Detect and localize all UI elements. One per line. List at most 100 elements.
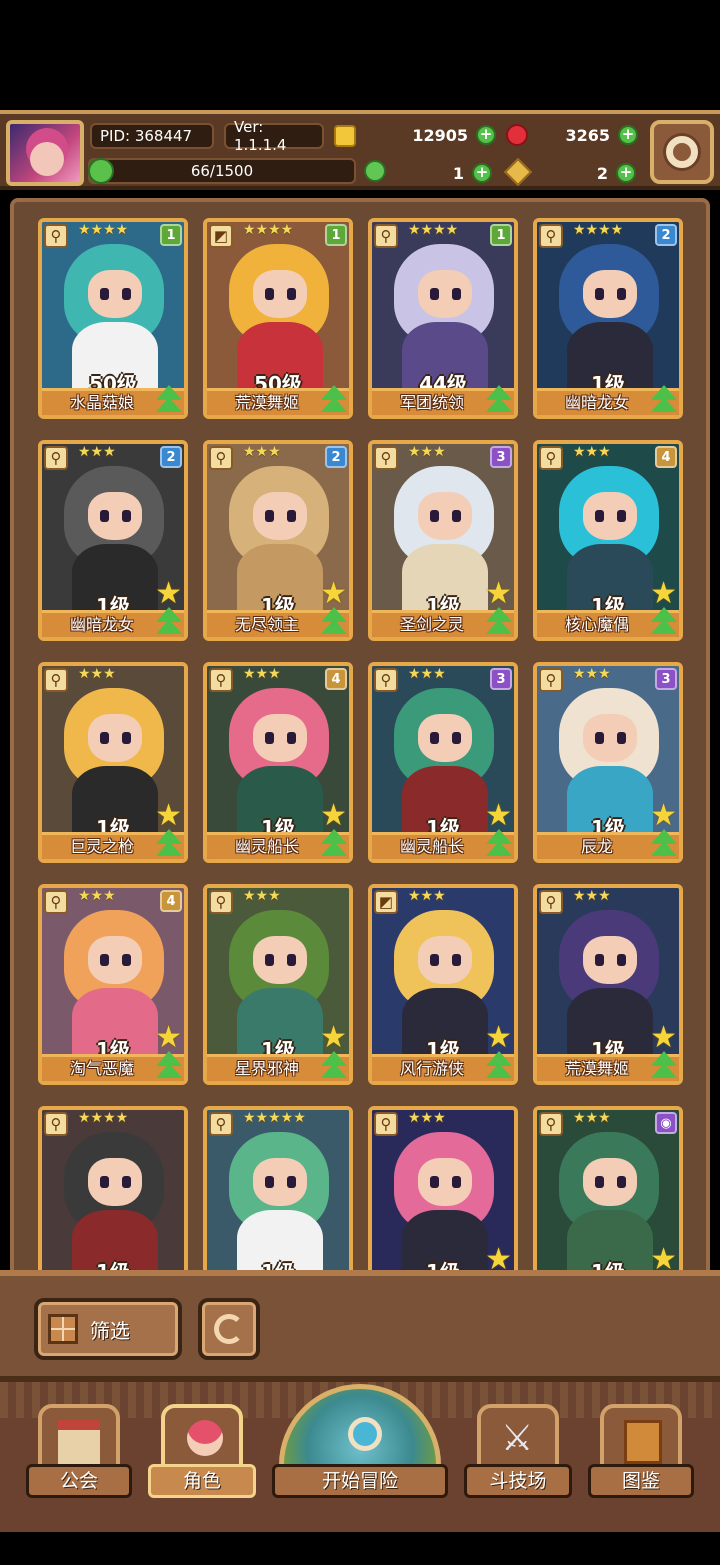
rarity-stars: ★★★★ — [78, 1110, 129, 1126]
character-name: 圣剑之灵 — [399, 615, 464, 634]
upgrade-arrow-icon — [319, 385, 349, 415]
filter-bar: 筛选 — [0, 1270, 720, 1382]
gold-counter: 12905 + — [356, 122, 496, 148]
weapon-type-icon: ⚲ — [44, 446, 68, 470]
nav-arena-label: 斗技场 — [464, 1464, 572, 1498]
rank-badge: 4 — [655, 446, 677, 468]
rarity-stars: ★★★ — [408, 888, 446, 904]
upgrade-arrow-icon — [649, 385, 679, 415]
rank-badge: 3 — [655, 668, 677, 690]
weapon-type-icon: ⚲ — [374, 446, 398, 470]
character-card[interactable]: ◩ ★★★★ 1 50级 荒漠舞姬 — [203, 218, 353, 419]
rank-badge: 3 — [490, 446, 512, 468]
rarity-stars: ★★★ — [78, 666, 116, 682]
character-card[interactable]: ⚲ ★★★★ 2 1级 幽暗龙女 — [533, 218, 683, 419]
star-icon: ★ — [320, 798, 347, 833]
upgrade-arrow-icon — [154, 607, 184, 637]
star-icon: ★ — [155, 1020, 182, 1055]
star-icon: ★ — [320, 576, 347, 611]
character-name: 幽灵船长 — [399, 837, 464, 856]
upgrade-arrow-icon — [649, 1051, 679, 1081]
weapon-type-icon: ⚲ — [539, 1112, 563, 1136]
ruby-amount: 3265 — [565, 125, 610, 145]
star-icon: ★ — [155, 798, 182, 833]
character-card[interactable]: ⚲ ★★★★★ 1级 — [203, 1106, 353, 1274]
upgrade-arrow-icon — [484, 385, 514, 415]
character-name: 淘气恶魔 — [69, 1059, 134, 1078]
player-avatar[interactable] — [6, 120, 84, 186]
character-card[interactable]: ⚲ ★★★ 4 1级 ★ 幽灵船长 — [203, 662, 353, 863]
refresh-button[interactable] — [198, 1298, 260, 1360]
character-name: 风行游侠 — [399, 1059, 464, 1078]
magnifier-icon — [348, 1417, 382, 1451]
star-icon: ★ — [650, 798, 677, 833]
add-clover-icon[interactable]: + — [472, 163, 492, 183]
rarity-stars: ★★★ — [573, 1110, 611, 1126]
rank-badge: 1 — [490, 224, 512, 246]
star-icon: ★ — [155, 576, 182, 611]
grid-filter-icon — [48, 1314, 78, 1344]
character-card[interactable]: ⚲ ★★★ 3 1级 ★ 辰龙 — [533, 662, 683, 863]
character-card[interactable]: ⚲ ★★★ 2 1级 ★ 无尽领主 — [203, 440, 353, 641]
upgrade-arrow-icon — [649, 829, 679, 859]
character-card[interactable]: ⚲ ★★★ 1级 ★ — [368, 1106, 518, 1274]
upgrade-arrow-icon — [154, 829, 184, 859]
character-card[interactable]: ⚲ ★★★ 4 1级 ★ 核心魔偶 — [533, 440, 683, 641]
character-card[interactable]: ⚲ ★★★ 1级 ★ 巨灵之枪 — [38, 662, 188, 863]
character-name: 幽暗龙女 — [564, 393, 629, 412]
upgrade-arrow-icon — [319, 1051, 349, 1081]
energy-bar: 66/1500 — [88, 158, 356, 184]
add-ruby-icon[interactable]: + — [618, 125, 638, 145]
character-card[interactable]: ⚲ ★★★ 1级 ★ 荒漠舞姬 — [533, 884, 683, 1085]
star-icon: ★ — [485, 798, 512, 833]
key-icon — [503, 157, 533, 187]
character-name: 军团统领 — [399, 393, 464, 412]
star-icon: ★ — [485, 1020, 512, 1055]
character-card[interactable]: ⚲ ★★★ 1级 ★ 星界邪神 — [203, 884, 353, 1085]
key-counter: 2 + — [536, 160, 636, 186]
star-icon: ★ — [320, 1020, 347, 1055]
weapon-type-icon: ⚲ — [539, 668, 563, 692]
character-card[interactable]: ⚲ ★★★★ 1 44级 军团统领 — [368, 218, 518, 419]
rarity-stars: ★★★★★ — [243, 1110, 306, 1126]
character-name: 幽暗龙女 — [69, 615, 134, 634]
character-card[interactable]: ⚲ ★★★ 2 1级 ★ 幽暗龙女 — [38, 440, 188, 641]
weapon-type-icon: ⚲ — [44, 224, 68, 248]
rarity-stars: ★★★★ — [573, 222, 624, 238]
rarity-stars: ★★★ — [78, 444, 116, 460]
filter-button[interactable]: 筛选 — [34, 1298, 182, 1360]
rank-badge: 2 — [655, 224, 677, 246]
character-card[interactable]: ⚲ ★★★★ 1 50级 水晶菇娘 — [38, 218, 188, 419]
weapon-type-icon: ⚲ — [539, 224, 563, 248]
add-key-icon[interactable]: + — [616, 163, 636, 183]
character-card[interactable]: ⚲ ★★★ ◉ 1级 ★ — [533, 1106, 683, 1274]
bottom-nav: 公会 角色 开始冒险 ⚔ 斗技场 图鉴 — [0, 1382, 720, 1532]
weapon-type-icon: ◩ — [209, 224, 233, 248]
character-card[interactable]: ◩ ★★★ 1级 ★ 风行游侠 — [368, 884, 518, 1085]
ruby-icon — [506, 124, 528, 146]
rarity-stars: ★★★ — [243, 666, 281, 682]
add-gold-icon[interactable]: + — [476, 125, 496, 145]
character-panel: ⚲ ★★★★ 1 50级 水晶菇娘 ◩ ★★★★ 1 50级 荒漠舞姬 ⚲ ★★… — [10, 198, 710, 1278]
refresh-icon — [214, 1314, 244, 1344]
rarity-stars: ★★★★ — [408, 222, 459, 238]
character-card[interactable]: ⚲ ★★★ 3 1级 ★ 圣剑之灵 — [368, 440, 518, 641]
nav-role-label: 角色 — [148, 1464, 256, 1498]
gear-icon — [666, 136, 698, 168]
rarity-stars: ★★★ — [243, 888, 281, 904]
rarity-stars: ★★★ — [78, 888, 116, 904]
character-card[interactable]: ⚲ ★★★ 4 1级 ★ 淘气恶魔 — [38, 884, 188, 1085]
character-card[interactable]: ⚲ ★★★ 3 1级 ★ 幽灵船长 — [368, 662, 518, 863]
rank-badge: ◉ — [655, 1112, 677, 1134]
character-card[interactable]: ⚲ ★★★★ 1级 — [38, 1106, 188, 1274]
character-name: 水晶菇娘 — [69, 393, 134, 412]
player-id: PID: 368447 — [90, 123, 214, 149]
star-icon: ★ — [650, 1020, 677, 1055]
rarity-stars: ★★★ — [408, 666, 446, 682]
settings-button[interactable] — [650, 120, 714, 184]
star-icon: ★ — [650, 576, 677, 611]
rank-badge: 1 — [325, 224, 347, 246]
upgrade-arrow-icon — [319, 607, 349, 637]
rarity-stars: ★★★★ — [78, 222, 129, 238]
rank-badge: 2 — [325, 446, 347, 468]
